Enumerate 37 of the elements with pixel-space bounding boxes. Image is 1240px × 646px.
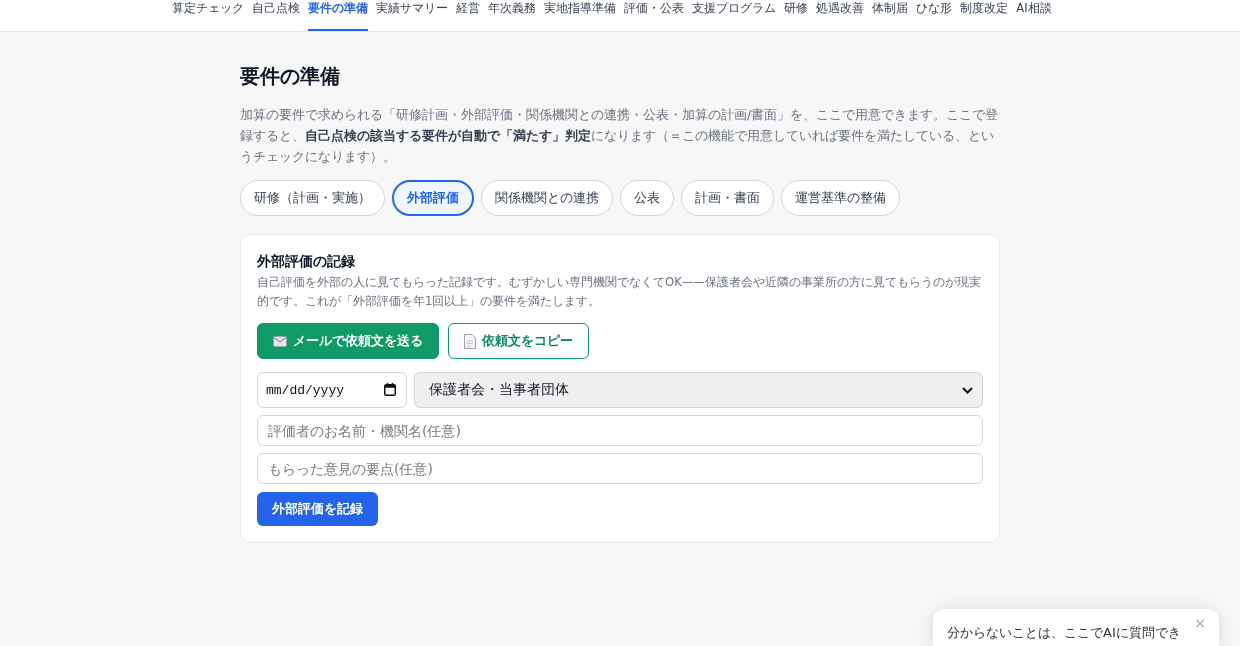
- record-button[interactable]: 外部評価を記録: [257, 492, 378, 526]
- nav-tab[interactable]: 研修: [784, 0, 809, 31]
- nav-tab[interactable]: 自己点検: [252, 0, 301, 31]
- nav-tab[interactable]: 算定チェック: [172, 0, 245, 31]
- nav-tab[interactable]: AI相談: [1016, 0, 1052, 31]
- nav-tab[interactable]: 実地指導準備: [544, 0, 617, 31]
- page-title: 要件の準備: [240, 63, 341, 90]
- nav-tab[interactable]: 支援プログラム: [692, 0, 777, 31]
- copy-button[interactable]: 依頼文をコピー: [448, 323, 589, 359]
- page-description: 加算の要件で求められる「研修計画・外部評価・関係機関との連携・公表・加算の計画/書面」を、ここで用意できます。ここで登録すると、自己点検の該当する要件が自動で「満たす」判定になります（＝この機能で用意していれば要件を満たしている、というチェックになります）。: [240, 106, 1000, 166]
- nav-tab[interactable]: 年次義務: [488, 0, 537, 31]
- envelope-icon: [273, 335, 287, 347]
- nav-tab[interactable]: 要件の準備: [308, 0, 369, 31]
- calendar-icon[interactable]: [384, 383, 396, 396]
- category-tab[interactable]: 外部評価: [392, 180, 474, 216]
- category-select[interactable]: 保護者会・当事者団体: [414, 372, 983, 408]
- document-icon: [464, 333, 476, 349]
- chevron-down-icon: [962, 386, 973, 394]
- date-field[interactable]: mm/dd/yyyy: [257, 372, 407, 408]
- nav-tab[interactable]: 経営: [456, 0, 481, 31]
- feedback-input[interactable]: もらった意見の要点(任意): [257, 453, 983, 484]
- nav-tab[interactable]: 評価・公表: [624, 0, 685, 31]
- evaluator-name-input[interactable]: 評価者のお名前・機関名(任意): [257, 415, 983, 446]
- category-tab[interactable]: 運営基準の整備: [781, 180, 900, 216]
- category-tab[interactable]: 関係機関との連携: [481, 180, 613, 216]
- category-tab[interactable]: 公表: [620, 180, 674, 216]
- popup-text: 分からないことは、ここでAIに質問でき: [947, 624, 1181, 642]
- nav-tab[interactable]: 処遇改善: [816, 0, 865, 31]
- send-mail-button[interactable]: メールで依頼文を送る: [257, 323, 439, 359]
- nav-tab[interactable]: 実績サマリー: [376, 0, 449, 31]
- card-title: 外部評価の記録: [257, 252, 356, 271]
- nav-tab[interactable]: ひな形: [916, 0, 953, 31]
- card-description: 自己評価を外部の人に見てもらった記録です。むずかしい専門機関でなくてOK——保護者会や近隣の事業所の方に見てもらうのが現実的です。これが「外部評価を年1回以上」の要件を満たします。: [257, 274, 982, 310]
- nav-tab[interactable]: 体制届: [872, 0, 909, 31]
- nav-tab[interactable]: 制度改定: [960, 0, 1009, 31]
- category-tab[interactable]: 計画・書面: [681, 180, 774, 216]
- category-tab[interactable]: 研修（計画・実施）: [240, 180, 385, 216]
